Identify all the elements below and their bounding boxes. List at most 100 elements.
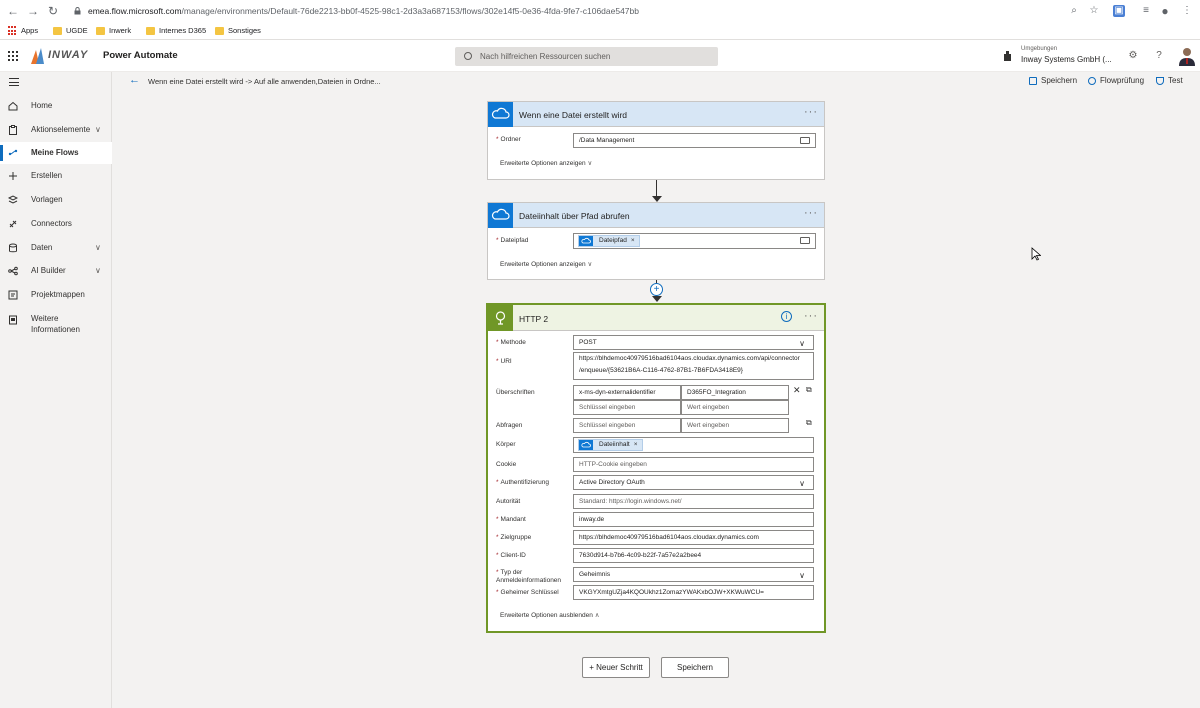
star-icon[interactable]: ☆ bbox=[1087, 4, 1101, 18]
token-label: Dateipfad bbox=[599, 237, 627, 244]
audience-field[interactable]: https://blhdemoc40979516bad6104aos.cloud… bbox=[573, 530, 814, 545]
environment-icon bbox=[1004, 51, 1011, 61]
switch-to-text-mode-icon[interactable]: ⧉ bbox=[806, 385, 812, 395]
switch-to-text-mode-icon[interactable]: ⧉ bbox=[806, 418, 812, 428]
hide-advanced-options[interactable]: Erweiterte Optionen ausblenden ∧ bbox=[500, 611, 599, 619]
client-id-field[interactable]: 7630d914-b7b6-4c09-b22f-7a57e2a2bee4 bbox=[573, 548, 814, 563]
remove-token-icon[interactable]: × bbox=[631, 237, 635, 244]
trigger-card[interactable]: Wenn eine Datei erstellt wird ··· * Ordne… bbox=[487, 101, 825, 180]
save-button[interactable]: Speichern bbox=[661, 657, 729, 678]
header-value-field[interactable]: Wert eingeben bbox=[681, 400, 789, 415]
more-options-icon[interactable]: ··· bbox=[804, 106, 818, 118]
bookmark-inwerk[interactable]: Inwerk bbox=[96, 25, 131, 37]
nav-item-label: AI Builder bbox=[31, 266, 66, 275]
trigger-card-header[interactable]: Wenn eine Datei erstellt wird ··· bbox=[488, 102, 824, 127]
http-action-card[interactable]: HTTP 2 i ··· * Methode POST ∨ * URI https:… bbox=[486, 303, 826, 633]
chevron-down-icon[interactable]: ∨ bbox=[95, 237, 101, 259]
header-key-field[interactable]: x-ms-dyn-externalidentifier bbox=[573, 385, 681, 400]
stethoscope-icon bbox=[1088, 77, 1096, 85]
bookmark-sonstiges[interactable]: Sonstiges bbox=[215, 25, 261, 37]
get-file-content-header[interactable]: Dateiinhalt über Pfad abrufen ··· bbox=[488, 203, 824, 228]
dynamic-content-token[interactable]: Dateiinhalt × bbox=[578, 439, 643, 451]
logo-text: INWAY bbox=[48, 49, 89, 61]
folder-picker-icon[interactable] bbox=[800, 237, 810, 244]
nav-item-aktionselemente[interactable]: Aktionselemente ∨ bbox=[0, 119, 112, 141]
url-host: emea.flow.microsoft.com bbox=[88, 6, 182, 16]
chevron-down-icon[interactable]: ∨ bbox=[95, 260, 101, 282]
nav-item-meine-flows[interactable]: Meine Flows bbox=[0, 142, 112, 164]
body-field[interactable]: Dateiinhalt × bbox=[573, 437, 814, 453]
browser-menu-icon[interactable]: ⋮ bbox=[1180, 4, 1194, 18]
nav-item-vorlagen[interactable]: Vorlagen bbox=[0, 189, 112, 211]
flow-title-breadcrumb[interactable]: Wenn eine Datei erstellt wird -> Auf all… bbox=[148, 77, 381, 86]
more-options-icon[interactable]: ··· bbox=[804, 310, 818, 322]
hamburger-menu-icon[interactable] bbox=[9, 78, 19, 86]
new-step-button[interactable]: + Neuer Schritt bbox=[582, 657, 650, 678]
save-command[interactable]: Speichern bbox=[1029, 76, 1077, 85]
search-input[interactable]: Nach hilfreichen Ressourcen suchen bbox=[455, 47, 718, 66]
show-advanced-options[interactable]: Erweiterte Optionen anzeigen ∨ bbox=[500, 159, 592, 167]
query-key-field[interactable]: Schlüssel eingeben bbox=[573, 418, 681, 433]
forward-arrow-icon[interactable]: → bbox=[26, 4, 40, 18]
nav-item-projektmappen[interactable]: Projektmappen bbox=[0, 284, 112, 306]
reload-icon[interactable]: ↻ bbox=[46, 4, 60, 18]
command-bar: ← Wenn eine Datei erstellt wird -> Auf a… bbox=[112, 72, 1200, 91]
remove-header-icon[interactable]: ✕ bbox=[793, 385, 801, 396]
chevron-down-icon[interactable]: ∨ bbox=[95, 119, 101, 141]
get-file-content-title: Dateiinhalt über Pfad abrufen bbox=[519, 211, 630, 221]
settings-gear-icon[interactable]: ⚙ bbox=[1126, 49, 1140, 63]
query-value-field[interactable]: Wert eingeben bbox=[681, 418, 789, 433]
environment-picker[interactable]: Inway Systems GmbH (... bbox=[1021, 55, 1112, 64]
nav-item-ai-builder[interactable]: AI Builder ∨ bbox=[0, 260, 112, 282]
header-key-field[interactable]: Schlüssel eingeben bbox=[573, 400, 681, 415]
http-title: HTTP 2 bbox=[519, 314, 549, 324]
help-icon[interactable]: ? bbox=[1152, 49, 1166, 63]
flow-checker-command[interactable]: Flowprüfung bbox=[1088, 76, 1144, 85]
uri-field[interactable]: https://blhdemoc40979516bad6104aos.cloud… bbox=[573, 352, 814, 380]
cookie-field[interactable]: HTTP-Cookie eingeben bbox=[573, 457, 814, 472]
back-arrow-icon[interactable]: ← bbox=[6, 4, 20, 18]
bookmark-internes-d365[interactable]: Internes D365 bbox=[146, 25, 206, 37]
nav-item-erstellen[interactable]: Erstellen bbox=[0, 165, 112, 187]
zoom-icon[interactable]: ⌕ bbox=[1067, 4, 1081, 18]
remove-token-icon[interactable]: × bbox=[634, 441, 638, 448]
nav-item-label: Vorlagen bbox=[31, 195, 63, 204]
more-options-icon[interactable]: ··· bbox=[804, 207, 818, 219]
extension-icon[interactable]: ▣ bbox=[1113, 5, 1125, 17]
credential-type-dropdown[interactable]: Geheimnis ∨ bbox=[573, 567, 814, 582]
method-dropdown[interactable]: POST ∨ bbox=[573, 335, 814, 350]
reading-list-icon[interactable]: ≡ bbox=[1139, 4, 1153, 18]
company-logo[interactable]: INWAY bbox=[31, 46, 91, 66]
bookmark-ugde[interactable]: UGDE bbox=[53, 25, 88, 37]
app-name[interactable]: Power Automate bbox=[103, 50, 178, 61]
folder-field[interactable]: /Data Management bbox=[573, 133, 816, 148]
header-value-field[interactable]: D365FO_Integration bbox=[681, 385, 789, 400]
info-icon[interactable]: i bbox=[781, 311, 792, 322]
tenant-field[interactable]: inway.de bbox=[573, 512, 814, 527]
test-command[interactable]: Test bbox=[1156, 76, 1183, 85]
back-arrow-icon[interactable]: ← bbox=[129, 74, 140, 86]
book-icon bbox=[9, 315, 17, 325]
file-path-field[interactable]: Dateipfad × bbox=[573, 233, 816, 249]
folder-picker-icon[interactable] bbox=[800, 137, 810, 144]
profile-icon[interactable]: ● bbox=[1158, 4, 1172, 18]
authority-field[interactable]: Standard: https://login.windows.net/ bbox=[573, 494, 814, 509]
nav-item-daten[interactable]: Daten ∨ bbox=[0, 237, 112, 259]
avatar[interactable] bbox=[1178, 46, 1196, 66]
secret-field[interactable]: VKGYXmtgUZja4KQOUkhz1ZomazYWAKxbOJW+XKWu… bbox=[573, 585, 814, 600]
nav-item-connectors[interactable]: Connectors bbox=[0, 213, 112, 235]
insert-step-plus-icon[interactable]: + bbox=[650, 283, 663, 296]
address-bar[interactable]: emea.flow.microsoft.com/manage/environme… bbox=[70, 3, 1100, 19]
authentication-dropdown[interactable]: Active Directory OAuth ∨ bbox=[573, 475, 814, 490]
dynamic-content-token[interactable]: Dateipfad × bbox=[578, 235, 640, 247]
bookmark-apps[interactable]: Apps bbox=[8, 25, 38, 37]
http-card-header[interactable]: HTTP 2 i ··· bbox=[488, 305, 824, 331]
nav-item-home[interactable]: Home bbox=[0, 95, 112, 117]
waffle-icon[interactable] bbox=[8, 51, 18, 61]
folder-value: /Data Management bbox=[579, 137, 635, 144]
show-advanced-options[interactable]: Erweiterte Optionen anzeigen ∨ bbox=[500, 260, 592, 268]
body-label: Körper bbox=[496, 441, 516, 448]
nav-item-weitere-informationen[interactable]: Weitere Informationen bbox=[0, 309, 112, 339]
get-file-content-card[interactable]: Dateiinhalt über Pfad abrufen ··· * Datei… bbox=[487, 202, 825, 280]
authentication-value: Active Directory OAuth bbox=[579, 479, 645, 486]
